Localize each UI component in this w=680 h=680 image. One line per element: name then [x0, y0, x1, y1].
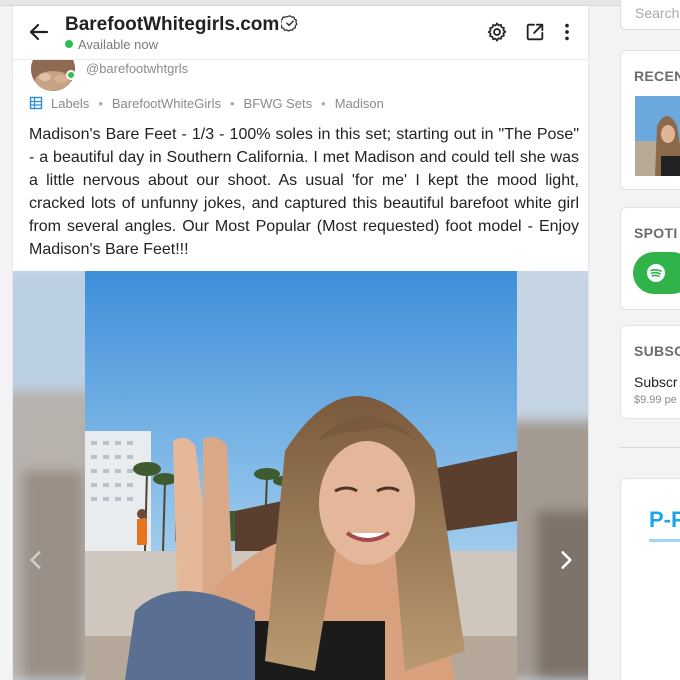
online-dot-icon [65, 40, 73, 48]
subscribe-price: $9.99 pe [634, 394, 677, 406]
post-card: BarefootWhitegirls.com Available now @ba… [12, 6, 589, 680]
post-body-text: Madison's Bare Feet - 1/3 - 100% soles i… [29, 126, 579, 258]
author-handle[interactable]: @barefootwhtgrls [86, 61, 188, 76]
search-placeholder: Search [635, 5, 680, 21]
post-header: BarefootWhitegirls.com Available now [13, 6, 588, 60]
subscribe-widget: SUBSC Subscr $9.99 pe [620, 325, 680, 419]
promo-underline [649, 539, 680, 542]
recent-title: RECEN [634, 68, 680, 84]
labels-row: Labels • BarefootWhiteGirls • BFWG Sets … [29, 94, 384, 112]
search-input[interactable]: Search [620, 0, 680, 30]
spotify-icon [647, 264, 665, 282]
promo-title[interactable]: P-P [649, 507, 680, 533]
gear-icon[interactable] [486, 21, 508, 43]
more-vertical-icon[interactable] [556, 21, 578, 43]
label-separator: • [229, 95, 235, 111]
post-photo[interactable] [85, 271, 517, 680]
label-madison[interactable]: Madison [335, 96, 384, 111]
media-carousel[interactable] [13, 271, 588, 680]
share-icon[interactable] [524, 21, 546, 43]
spotify-button[interactable] [633, 252, 680, 294]
labels-title: Labels [51, 95, 90, 111]
carousel-next-blur [507, 271, 588, 680]
label-separator: • [321, 95, 326, 111]
recent-thumbnail[interactable] [635, 96, 680, 176]
spotify-title: SPOTI [634, 225, 678, 241]
chevron-left-icon[interactable] [23, 547, 49, 573]
subscribe-link[interactable]: Subscr [634, 374, 678, 390]
promo-widget: P-P [620, 478, 680, 680]
chevron-right-icon[interactable] [553, 547, 579, 573]
recent-widget: RECEN [620, 50, 680, 190]
availability-status: Available now [65, 37, 158, 52]
verified-badge-icon [281, 15, 298, 32]
label-separator: • [98, 95, 103, 111]
label-bfwg-sets[interactable]: BFWG Sets [244, 96, 313, 111]
spotify-widget: SPOTI [620, 207, 680, 310]
sidebar-divider [620, 447, 680, 448]
label-barefootwhitegirls[interactable]: BarefootWhiteGirls [112, 96, 221, 111]
page-title[interactable]: BarefootWhitegirls.com [65, 14, 299, 36]
subscribe-title: SUBSC [634, 343, 680, 359]
avatar-online-dot [66, 70, 76, 80]
label-icon [29, 96, 43, 110]
back-arrow-icon[interactable] [27, 20, 51, 44]
page-title-text[interactable]: BarefootWhitegirls.com [65, 14, 279, 35]
availability-text: Available now [78, 37, 158, 52]
